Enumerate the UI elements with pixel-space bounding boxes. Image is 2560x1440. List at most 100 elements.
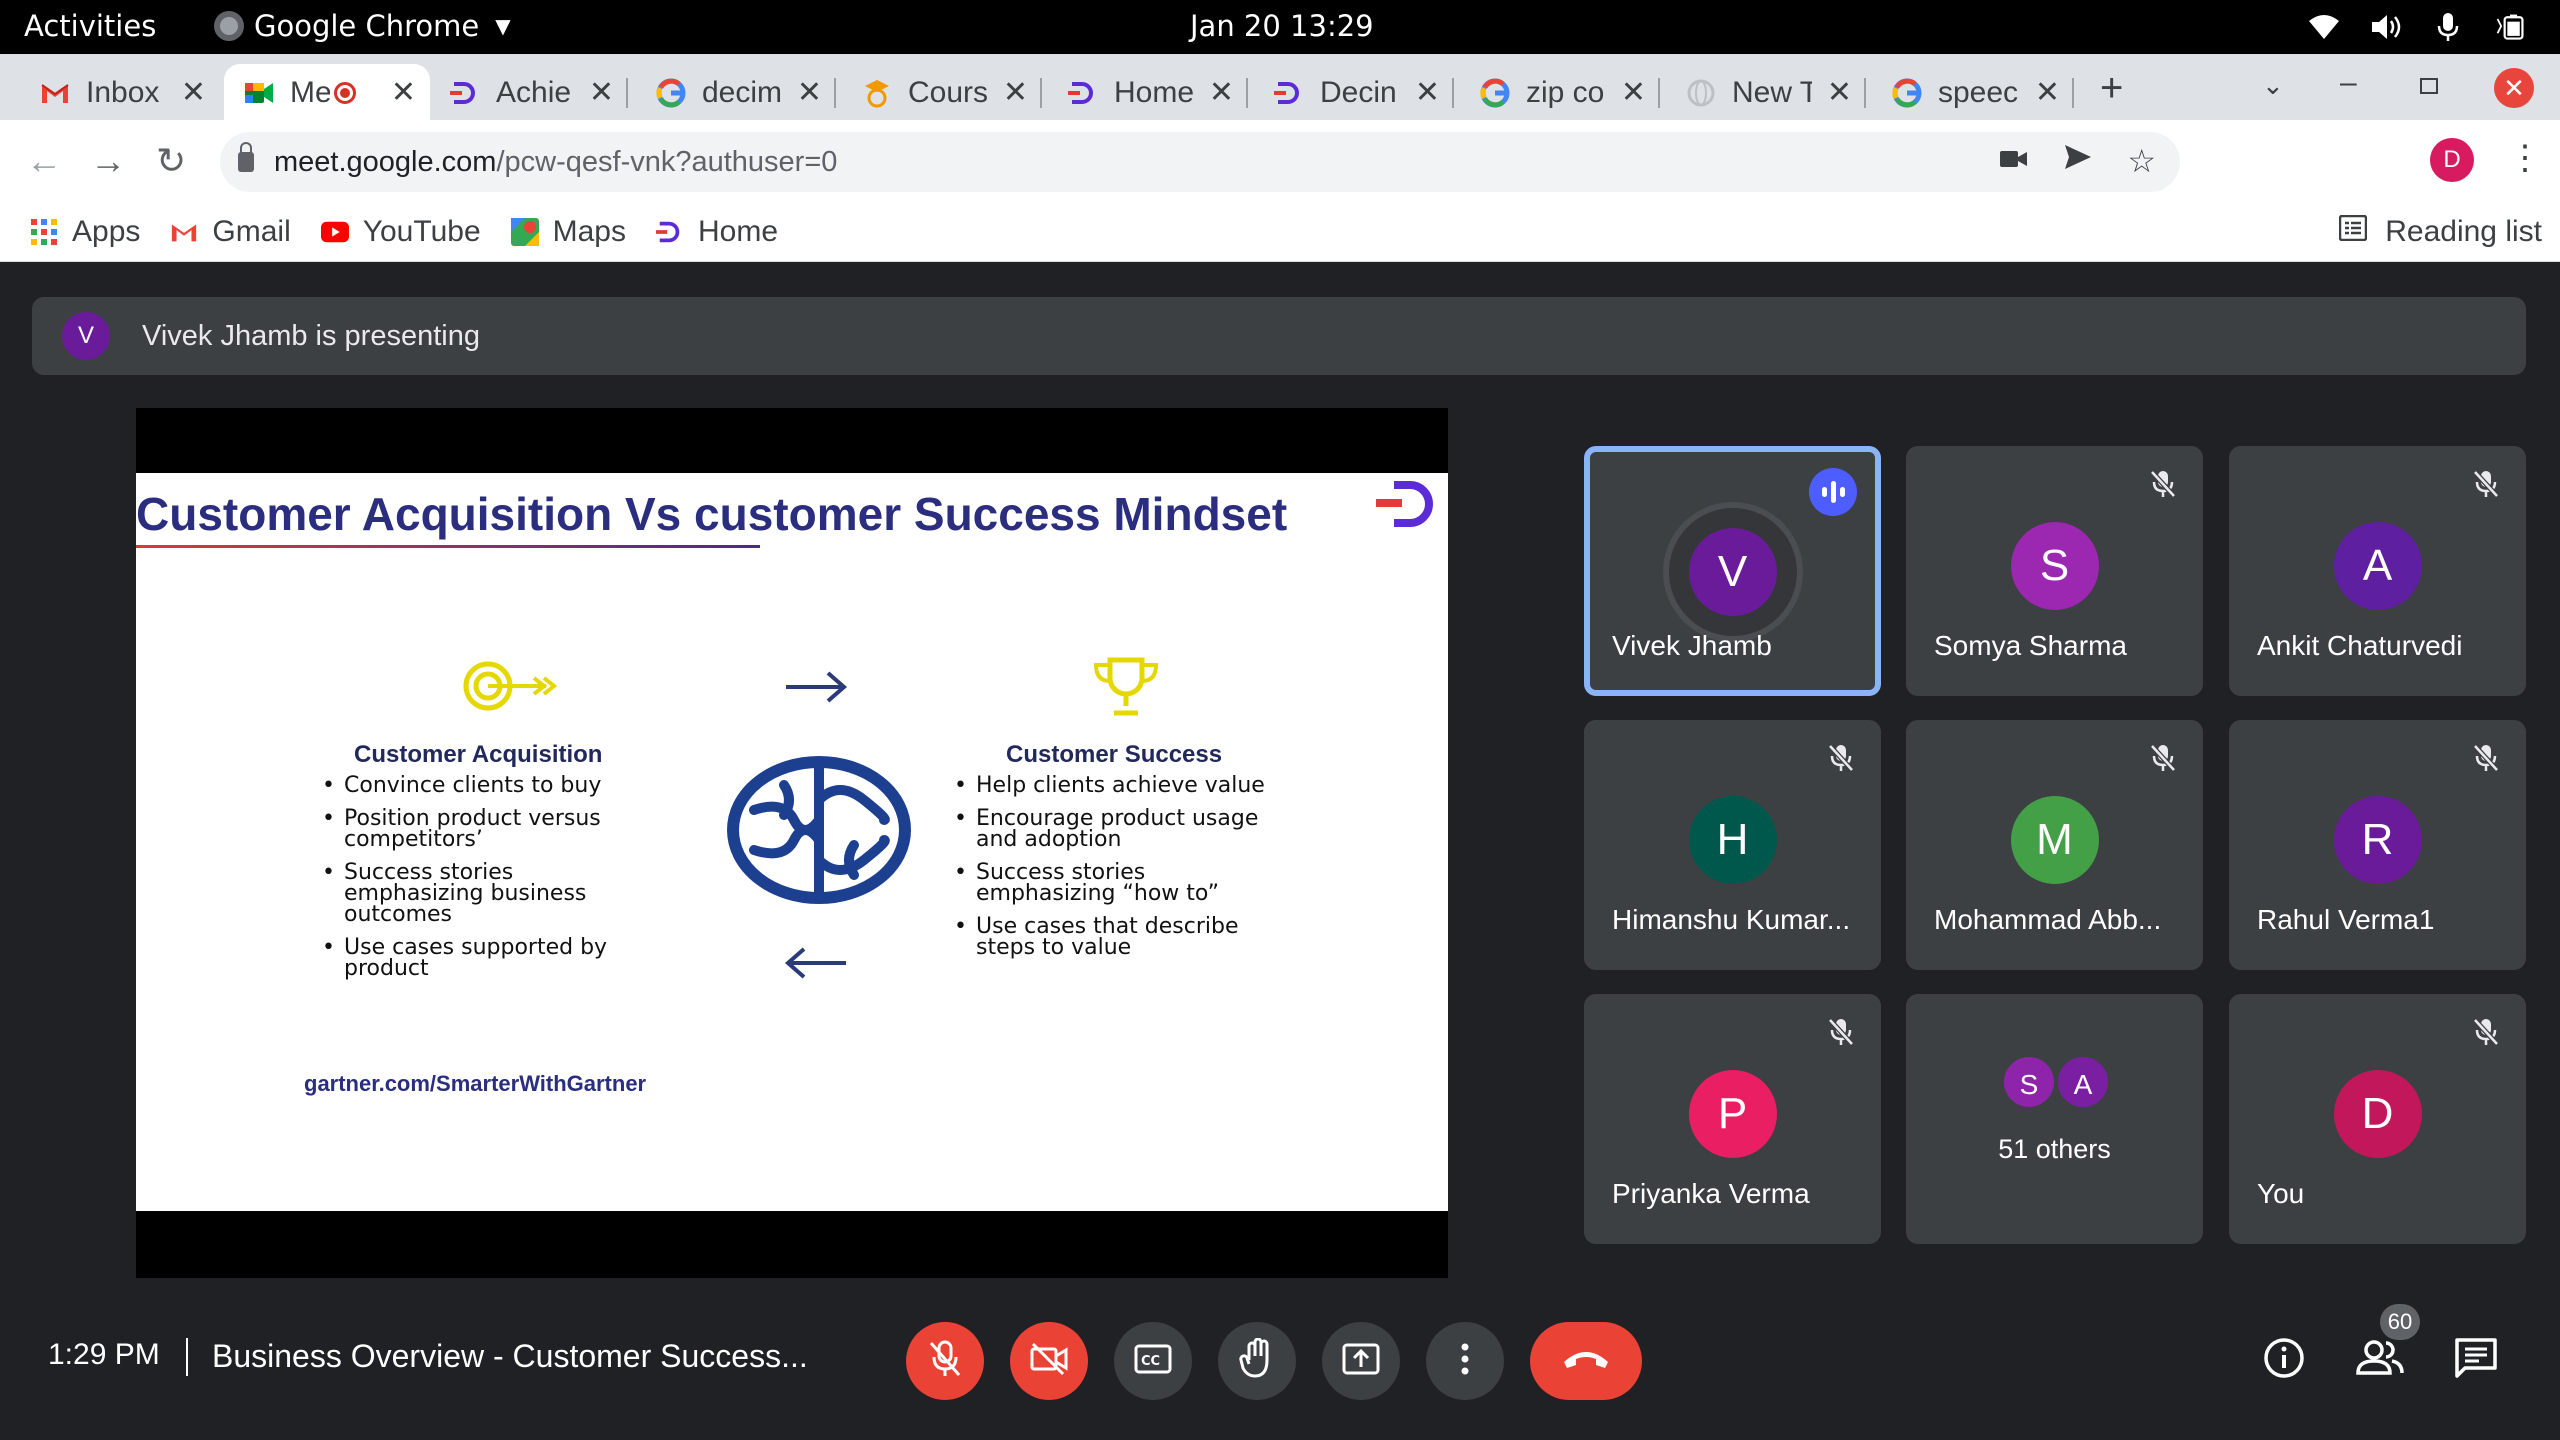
mic-off-icon	[2145, 740, 2181, 776]
close-icon[interactable]: ✕	[1827, 75, 1852, 110]
participant-avatar: A	[2055, 1054, 2111, 1110]
self-tile[interactable]: D You	[2229, 994, 2526, 1244]
tab-inbox[interactable]: Inbox ✕	[20, 64, 220, 121]
arrow-right-icon	[784, 667, 848, 712]
close-icon[interactable]: ✕	[589, 75, 614, 110]
window-close-button[interactable]: ✕	[2494, 68, 2534, 108]
meeting-details-button[interactable]	[2258, 1334, 2310, 1386]
participant-tile[interactable]: P Priyanka Verma	[1584, 994, 1881, 1244]
present-screen-icon	[1342, 1343, 1380, 1380]
people-button[interactable]	[2354, 1334, 2406, 1386]
participant-tile[interactable]: S Somya Sharma	[1906, 446, 2203, 696]
chat-button[interactable]	[2450, 1334, 2502, 1386]
close-icon[interactable]: ✕	[2035, 75, 2060, 110]
participant-avatar: M	[2010, 796, 2099, 884]
info-icon	[2263, 1337, 2305, 1384]
raise-hand-button[interactable]	[1218, 1322, 1296, 1400]
back-arrow-icon[interactable]: ←	[26, 140, 62, 182]
present-now-button[interactable]	[1322, 1322, 1400, 1400]
tab-speech[interactable]: speec ✕	[1872, 64, 2074, 121]
url-path: /pcw-qesf-vnk?authuser=0	[496, 145, 838, 178]
captions-button[interactable]: CC	[1114, 1322, 1192, 1400]
participant-tile[interactable]: A Ankit Chaturvedi	[2229, 446, 2526, 696]
participant-name: Mohammad Abb...	[1934, 904, 2162, 935]
participant-tile[interactable]: R Rahul Verma1	[2229, 720, 2526, 970]
app-menu[interactable]: Google Chrome ▼	[214, 9, 511, 43]
close-icon[interactable]: ✕	[181, 75, 206, 110]
recording-dot-icon	[334, 81, 356, 104]
new-tab-button[interactable]: +	[2100, 66, 2123, 111]
system-tray[interactable]	[2308, 6, 2526, 48]
tab-home[interactable]: Home ✕	[1048, 64, 1248, 121]
maximize-button[interactable]	[2420, 78, 2438, 94]
bookmark-gmail[interactable]: Gmail	[170, 215, 291, 249]
leave-call-button[interactable]	[1530, 1322, 1642, 1400]
microphone-toggle-button[interactable]	[906, 1322, 984, 1400]
bookmark-maps[interactable]: Maps	[510, 215, 626, 249]
others-tile[interactable]: S A 51 others	[1906, 994, 2203, 1244]
close-icon[interactable]: ✕	[797, 75, 822, 110]
browser-menu-icon[interactable]: ⋮	[2508, 138, 2542, 178]
chat-icon	[2454, 1337, 2498, 1384]
close-icon[interactable]: ✕	[1209, 75, 1234, 110]
bookmark-home[interactable]: Home	[655, 215, 778, 249]
hand-icon	[1239, 1337, 1275, 1385]
google-icon	[1480, 78, 1510, 108]
tab-new-tab[interactable]: New T ✕	[1666, 64, 1866, 121]
close-icon[interactable]: ✕	[1415, 75, 1440, 110]
reading-list-button[interactable]: Reading list	[2338, 202, 2542, 262]
list-item: Convince clients to buy	[322, 775, 652, 797]
meeting-time: 1:29 PM	[48, 1338, 160, 1371]
camera-toggle-button[interactable]	[1010, 1322, 1088, 1400]
profile-avatar[interactable]: D	[2430, 138, 2474, 182]
bookmark-youtube[interactable]: YouTube	[320, 215, 481, 249]
more-options-button[interactable]	[1426, 1322, 1504, 1400]
speaking-indicator-icon	[1809, 468, 1857, 516]
tab-meet[interactable]: Me ✕	[224, 64, 430, 121]
arrow-left-icon	[784, 943, 848, 988]
participant-tile[interactable]: V Vivek Jhamb	[1584, 446, 1881, 696]
more-vert-icon	[1460, 1342, 1470, 1381]
divider	[186, 1338, 188, 1376]
close-icon[interactable]: ✕	[1621, 75, 1646, 110]
system-clock[interactable]: Jan 20 13:29	[1190, 9, 1374, 43]
reload-icon[interactable]: ↻	[156, 140, 186, 182]
title-underline	[136, 545, 760, 548]
bookmark-apps[interactable]: Apps	[30, 215, 140, 249]
tab-search-chevron-icon[interactable]: ⌄	[2262, 70, 2284, 101]
meeting-title[interactable]: Business Overview - Customer Success...	[212, 1338, 808, 1375]
bookmark-star-icon[interactable]: ☆	[2127, 142, 2156, 180]
list-item: Help clients achieve value	[954, 775, 1284, 797]
close-icon[interactable]: ✕	[1003, 75, 1028, 110]
left-bullet-list: Convince clients to buy Position product…	[322, 775, 652, 991]
participant-avatar: S	[2010, 522, 2099, 610]
minimize-button[interactable]: –	[2340, 66, 2357, 100]
app-name: Google Chrome	[254, 9, 480, 43]
address-bar[interactable]: meet.google.com/pcw-qesf-vnk?authuser=0 …	[220, 132, 2180, 192]
participant-avatar: D	[2333, 1070, 2422, 1158]
camera-in-use-icon[interactable]	[1999, 142, 2029, 180]
participant-tile[interactable]: H Himanshu Kumar...	[1584, 720, 1881, 970]
gmail-icon	[40, 78, 70, 108]
send-to-device-icon[interactable]	[2063, 142, 2093, 180]
activities-button[interactable]: Activities	[24, 9, 156, 43]
forward-arrow-icon[interactable]: →	[90, 140, 126, 182]
presenting-banner: V Vivek Jhamb is presenting	[32, 297, 2526, 375]
close-icon[interactable]: ✕	[391, 75, 416, 110]
tab-decimal-2[interactable]: Decin ✕	[1254, 64, 1454, 121]
tab-course[interactable]: Cours ✕	[842, 64, 1042, 121]
tab-decimal[interactable]: decim ✕	[636, 64, 836, 121]
tab-zip-code[interactable]: zip co ✕	[1460, 64, 1660, 121]
participant-tile[interactable]: M Mohammad Abb...	[1906, 720, 2203, 970]
presenter-avatar: V	[62, 312, 110, 360]
right-bullet-list: Help clients achieve value Encourage pro…	[954, 775, 1284, 970]
presenting-text: Vivek Jhamb is presenting	[142, 319, 480, 352]
target-icon	[462, 661, 558, 716]
participant-name: Rahul Verma1	[2257, 904, 2435, 935]
people-icon	[2356, 1339, 2404, 1382]
site-d-icon	[1068, 78, 1098, 108]
brain-icon	[724, 755, 914, 910]
tab-achieve[interactable]: Achie ✕	[430, 64, 628, 121]
participant-avatar: V	[1688, 528, 1777, 616]
tab-title: Decin	[1320, 75, 1397, 109]
